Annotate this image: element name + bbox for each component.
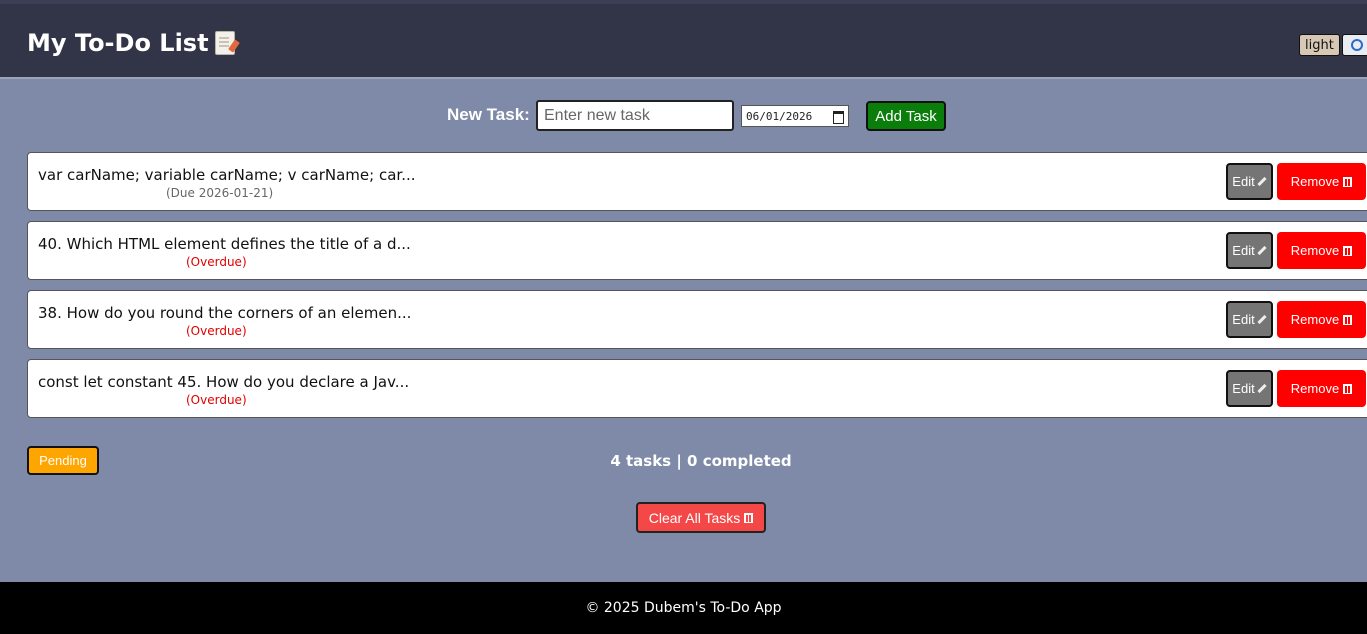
task-text[interactable]: var carName; variable carName; v carName…	[38, 166, 416, 184]
wastebasket-icon	[1343, 314, 1353, 325]
task-item: var carName; variable carName; v carName…	[27, 152, 1367, 211]
edit-task-button[interactable]: Edit	[1226, 163, 1273, 200]
app-header: My To-Do List light	[0, 0, 1367, 79]
task-text[interactable]: const let constant 45. How do you declar…	[38, 373, 409, 391]
pencil-icon	[1257, 245, 1267, 256]
app-footer: © 2025 Dubem's To-Do App	[0, 582, 1367, 634]
new-task-form: New Task: 06/01/2026 Add Task	[0, 100, 1367, 132]
task-text[interactable]: 38. How do you round the corners of an e…	[38, 304, 411, 322]
remove-task-button[interactable]: Remove	[1277, 370, 1366, 407]
pencil-icon	[1257, 383, 1267, 394]
due-date-value: 06/01/2026	[746, 109, 813, 123]
wastebasket-icon	[1343, 245, 1353, 256]
remove-label: Remove	[1290, 312, 1340, 327]
task-due-date: (Due 2026-01-21)	[166, 186, 274, 200]
new-task-label: New Task:	[447, 105, 530, 124]
edit-label: Edit	[1232, 381, 1255, 396]
theme-toggle-button[interactable]: light	[1299, 34, 1340, 56]
edit-task-button[interactable]: Edit	[1226, 370, 1273, 407]
task-text[interactable]: 40. Which HTML element defines the title…	[38, 235, 411, 253]
add-task-button[interactable]: Add Task	[866, 101, 946, 131]
app-title: My To-Do List	[27, 29, 235, 57]
task-overdue-label: (Overdue)	[186, 393, 247, 407]
pencil-icon	[1257, 176, 1267, 187]
clear-all-label: Clear All Tasks	[648, 509, 741, 526]
new-task-input[interactable]	[536, 100, 734, 131]
remove-task-button[interactable]: Remove	[1277, 301, 1366, 338]
wastebasket-icon	[744, 512, 754, 523]
remove-label: Remove	[1290, 243, 1340, 258]
remove-label: Remove	[1290, 174, 1340, 189]
remove-task-button[interactable]: Remove	[1277, 163, 1366, 200]
task-item: 38. How do you round the corners of an e…	[27, 290, 1367, 349]
remove-task-button[interactable]: Remove	[1277, 232, 1366, 269]
clear-all-tasks-button[interactable]: Clear All Tasks	[636, 502, 766, 533]
edit-task-button[interactable]: Edit	[1226, 301, 1273, 338]
task-stats: 4 tasks | 0 completed	[610, 452, 792, 470]
task-overdue-label: (Overdue)	[186, 255, 247, 269]
edit-label: Edit	[1232, 312, 1255, 327]
pencil-icon	[1257, 314, 1267, 325]
calendar-icon[interactable]	[833, 111, 844, 124]
wastebasket-icon	[1343, 383, 1353, 394]
task-item: const let constant 45. How do you declar…	[27, 359, 1367, 418]
app-title-text: My To-Do List	[27, 29, 209, 57]
task-item: 40. Which HTML element defines the title…	[27, 221, 1367, 280]
memo-icon	[214, 31, 235, 55]
wastebasket-icon	[1343, 176, 1353, 187]
edit-label: Edit	[1232, 174, 1255, 189]
search-icon[interactable]	[1342, 34, 1367, 56]
due-date-input[interactable]: 06/01/2026	[741, 105, 849, 127]
edit-label: Edit	[1232, 243, 1255, 258]
edit-task-button[interactable]: Edit	[1226, 232, 1273, 269]
task-overdue-label: (Overdue)	[186, 324, 247, 338]
remove-label: Remove	[1290, 381, 1340, 396]
footer-text: © 2025 Dubem's To-Do App	[585, 600, 782, 616]
